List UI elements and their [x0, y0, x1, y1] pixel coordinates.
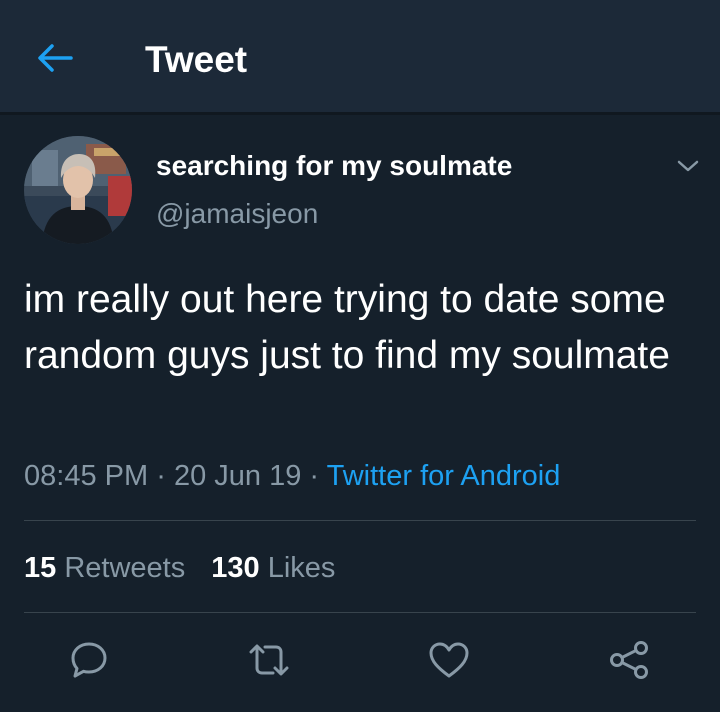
retweet-button[interactable]: [245, 636, 293, 684]
retweet-icon: [249, 644, 289, 676]
tweet-meta: 08:45 PM · 20 Jun 19 · Twitter for Andro…: [24, 456, 560, 496]
like-button[interactable]: [425, 636, 473, 684]
tweet-menu-button[interactable]: [672, 150, 704, 182]
likes-count: 130: [211, 552, 260, 584]
retweets-stat[interactable]: 15 Retweets: [24, 548, 185, 588]
retweets-count: 15: [24, 552, 57, 584]
tweet-time: 08:45 PM: [24, 460, 149, 492]
reply-icon: [71, 642, 107, 678]
action-bar: [0, 636, 720, 684]
meta-separator: ·: [156, 460, 166, 492]
arrow-left-icon: [38, 44, 73, 72]
divider: [24, 520, 696, 521]
chevron-down-icon: [677, 160, 699, 172]
top-bar: Tweet: [0, 0, 720, 112]
share-button[interactable]: [605, 636, 653, 684]
page-title: Tweet: [145, 39, 248, 80]
header-divider: [0, 112, 720, 115]
meta-separator: ·: [309, 460, 320, 492]
share-icon: [610, 641, 648, 679]
tweet-source-link[interactable]: Twitter for Android: [327, 460, 561, 492]
avatar[interactable]: [24, 136, 132, 244]
profile-photo: [24, 136, 132, 244]
back-button[interactable]: [30, 36, 80, 80]
reply-button[interactable]: [65, 636, 113, 684]
display-name[interactable]: searching for my soulmate: [156, 148, 512, 184]
tweet-text: im really out here trying to date some r…: [24, 278, 670, 377]
user-handle[interactable]: @jamaisjeon: [156, 196, 318, 232]
likes-label: Likes: [267, 552, 336, 584]
divider: [24, 612, 696, 613]
tweet-date: 20 Jun 19: [173, 460, 302, 492]
heart-icon: [429, 642, 469, 678]
retweets-label: Retweets: [64, 552, 186, 584]
likes-stat[interactable]: 130 Likes: [211, 548, 335, 588]
tweet-stats: 15 Retweets 130 Likes: [24, 548, 353, 588]
